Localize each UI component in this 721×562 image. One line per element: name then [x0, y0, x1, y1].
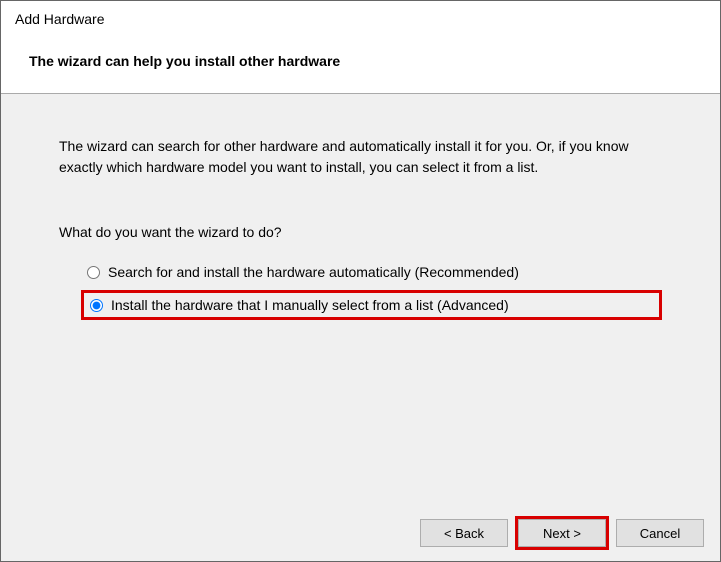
- wizard-description: The wizard can search for other hardware…: [59, 136, 662, 178]
- option-auto-row[interactable]: Search for and install the hardware auto…: [81, 260, 662, 284]
- cancel-button[interactable]: Cancel: [616, 519, 704, 547]
- option-manual-radio[interactable]: [90, 299, 103, 312]
- dialog-header: Add Hardware The wizard can help you ins…: [1, 1, 720, 94]
- dialog-title: Add Hardware: [15, 11, 706, 27]
- dialog-subtitle: The wizard can help you install other ha…: [29, 53, 706, 69]
- back-button[interactable]: < Back: [420, 519, 508, 547]
- option-manual-label: Install the hardware that I manually sel…: [111, 297, 509, 313]
- option-manual-row[interactable]: Install the hardware that I manually sel…: [81, 290, 662, 320]
- option-auto-label: Search for and install the hardware auto…: [108, 264, 519, 280]
- add-hardware-dialog: Add Hardware The wizard can help you ins…: [0, 0, 721, 562]
- dialog-footer: < Back Next > Cancel: [1, 507, 720, 561]
- option-auto-radio[interactable]: [87, 266, 100, 279]
- wizard-question: What do you want the wizard to do?: [59, 224, 662, 240]
- dialog-content: The wizard can search for other hardware…: [1, 94, 720, 507]
- install-option-group: Search for and install the hardware auto…: [59, 260, 662, 320]
- next-button[interactable]: Next >: [518, 519, 606, 547]
